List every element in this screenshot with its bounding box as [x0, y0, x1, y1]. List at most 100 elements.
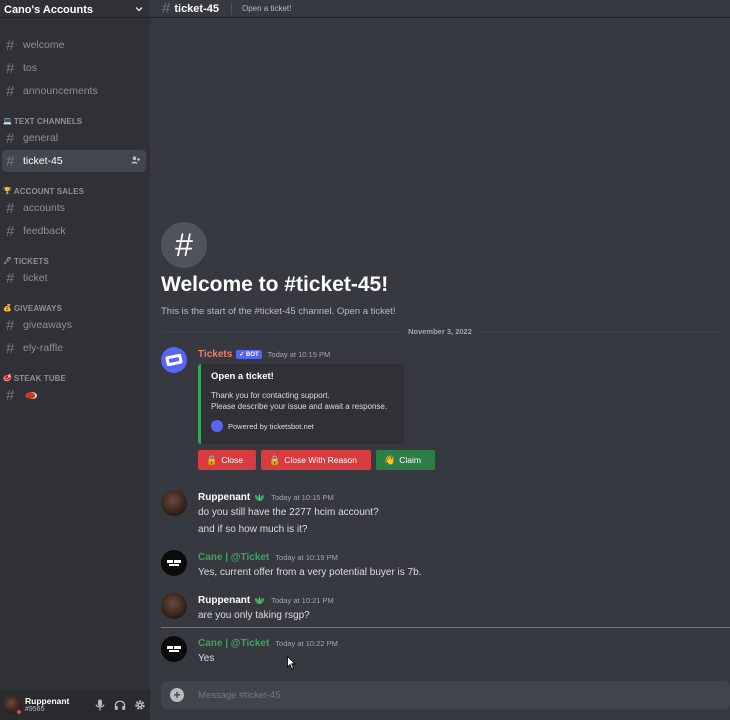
channel-list: # welcome # tos # announcements 💻 TEXT CHANN… [0, 34, 150, 407]
category-giveaways[interactable]: 💰 GIVEAWAYS [0, 290, 150, 314]
headphones-icon[interactable] [113, 698, 127, 712]
server-header[interactable]: Cano's Accounts [0, 0, 150, 18]
plus-icon[interactable]: + [170, 688, 184, 702]
channel-label: accounts [23, 202, 66, 214]
leaf-badge-icon [255, 596, 265, 604]
channel-topic[interactable]: Open a ticket! [242, 4, 291, 13]
hash-icon: # [162, 0, 171, 17]
user-panel: Ruppenant #9565 [0, 690, 150, 720]
category-label: ACCOUNT SALES [13, 186, 85, 196]
avatar[interactable] [161, 593, 187, 619]
channel-welcome[interactable]: # welcome [2, 34, 146, 56]
hash-icon: # [6, 36, 15, 54]
hash-icon: # [6, 129, 15, 147]
divider [230, 2, 232, 15]
channel-ely-raffle[interactable]: # ely-raffle [2, 337, 146, 359]
server-name: Cano's Accounts [4, 4, 93, 16]
author-name[interactable]: Ruppenant [198, 595, 250, 606]
channel-title: ticket-45 [174, 2, 219, 15]
button-label: Close With Reason [284, 455, 357, 465]
category-label: GIVEAWAYS [13, 303, 63, 313]
action-buttons: 🔒 Close 🔒 Close With Reason 👋 Claim [198, 450, 435, 470]
message-text: Yes [198, 653, 215, 664]
channel-ticket[interactable]: # ticket [2, 267, 146, 289]
claim-button[interactable]: 👋 Claim [376, 450, 435, 470]
date-divider: November 3, 2022 [150, 327, 730, 336]
hash-icon: # [6, 222, 15, 240]
embed-footer: Powered by ticketsbot.net [211, 420, 394, 432]
author-name[interactable]: Cane | @Ticket [198, 552, 269, 563]
status-indicator [15, 708, 23, 716]
message-input[interactable] [198, 689, 678, 701]
channel-feedback[interactable]: # feedback [2, 220, 146, 242]
avatar[interactable] [161, 550, 187, 576]
embed-footer-text: Powered by ticketsbot.net [228, 421, 314, 431]
button-label: Close [221, 455, 243, 465]
trophy-icon: 🏆 [3, 188, 12, 195]
hash-icon: # [161, 222, 207, 268]
category-label: STEAK TUBE [13, 373, 66, 383]
category-text-channels[interactable]: 💻 TEXT CHANNELS [0, 103, 150, 127]
author-name[interactable]: Ruppenant [198, 492, 250, 503]
gear-icon[interactable] [133, 698, 147, 712]
hash-icon: # [6, 59, 15, 77]
author-name[interactable]: Cane | @Ticket [198, 638, 269, 649]
message-text: and if so how much is it? [198, 524, 308, 535]
timestamp: Today at 10:15 PM [267, 349, 331, 359]
hash-icon: # [6, 339, 15, 357]
channel-ticket-45[interactable]: # ticket-45 [2, 150, 146, 172]
pen-icon: 🖊 [3, 258, 12, 265]
lock-icon: 🔒 [269, 454, 281, 465]
close-with-reason-button[interactable]: 🔒 Close With Reason [261, 450, 371, 470]
category-label: TEXT CHANNELS [13, 116, 83, 126]
microphone-icon[interactable] [93, 698, 107, 712]
channel-header: # ticket-45 Open a ticket! [150, 0, 730, 18]
channel-steak[interactable]: # [2, 384, 146, 406]
steak-icon: 🥩 [3, 375, 12, 382]
close-button[interactable]: 🔒 Close [198, 450, 256, 470]
button-label: Claim [399, 455, 421, 465]
welcome-title: Welcome to #ticket-45! [161, 273, 389, 296]
category-steak-tube[interactable]: 🥩 STEAK TUBE [0, 360, 150, 384]
user-controls [93, 698, 147, 712]
category-label: TICKETS [14, 256, 49, 266]
channel-label: ticket-45 [23, 155, 63, 167]
add-member-icon[interactable] [131, 156, 140, 166]
channel-label: giveaways [23, 319, 73, 331]
date-label: November 3, 2022 [403, 327, 477, 336]
channel-label: ely-raffle [23, 342, 64, 354]
avatar[interactable] [161, 347, 187, 373]
channel-label: tos [23, 62, 38, 74]
channel-label: ticket [23, 272, 48, 284]
hash-icon: # [6, 269, 15, 287]
category-tickets[interactable]: 🖊 TICKETS [0, 243, 150, 267]
channel-accounts[interactable]: # accounts [2, 197, 146, 219]
chevron-down-icon[interactable] [134, 4, 144, 17]
message-text: are you only taking rsgp? [198, 610, 310, 621]
timestamp: Today at 10:22 PM [275, 638, 338, 648]
channel-giveaways[interactable]: # giveaways [2, 314, 146, 336]
embed-text: Please describe your issue and await a r… [211, 402, 388, 411]
channel-label: general [23, 132, 59, 144]
avatar[interactable] [3, 696, 23, 716]
user-info[interactable]: Ruppenant #9565 [25, 697, 69, 714]
message-composer: + [161, 681, 730, 709]
channel-label: announcements [23, 85, 98, 97]
channel-label: welcome [23, 39, 65, 51]
avatar[interactable] [161, 636, 187, 662]
bot-badge: ✓ BOT [236, 349, 262, 359]
author-name[interactable]: Tickets [198, 349, 232, 360]
lock-icon: 🔒 [206, 454, 218, 465]
timestamp: Today at 10:15 PM [271, 492, 334, 502]
leaf-badge-icon [255, 493, 265, 501]
channel-sidebar: Cano's Accounts # welcome # tos # announcem… [0, 0, 150, 720]
ticketsbot-icon [211, 420, 223, 432]
channel-general[interactable]: # general [2, 127, 146, 149]
new-messages-divider [161, 627, 730, 628]
category-account-sales[interactable]: 🏆 ACCOUNT SALES [0, 173, 150, 197]
avatar[interactable] [161, 490, 187, 516]
channel-tos[interactable]: # tos [2, 57, 146, 79]
channel-announcements[interactable]: # announcements [2, 80, 146, 102]
hash-icon: # [6, 82, 15, 100]
channel-label: feedback [23, 225, 66, 237]
